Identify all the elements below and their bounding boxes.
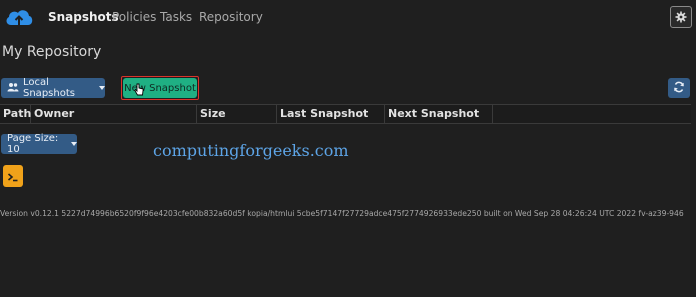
nav-snapshots[interactable]: Snapshots [48,10,119,24]
page-size-label: Page Size: 10 [7,133,59,155]
refresh-button[interactable] [668,78,690,98]
gear-icon [675,8,687,27]
nav-tasks[interactable]: Tasks [160,10,192,24]
local-snapshots-dropdown[interactable]: Local Snapshots [1,77,105,99]
hand-cursor-icon [134,81,144,100]
top-navbar: Snapshots Policies Tasks Repository [0,0,696,36]
nav-repository[interactable]: Repository [199,10,263,24]
column-header-size[interactable]: Size [197,105,277,123]
chevron-down-icon [99,86,105,90]
users-icon [7,82,19,95]
page-title: My Repository [2,44,102,60]
column-header-next-snapshot[interactable]: Next Snapshot [385,105,493,123]
snapshots-table-header: Path Owner Size Last Snapshot Next Snaps… [0,104,691,124]
watermark-text: computingforgeeks.com [153,141,349,160]
nav-policies[interactable]: Policies [112,10,156,24]
terminal-icon [7,167,19,186]
local-snapshots-label: Local Snapshots [23,77,75,99]
terminal-button[interactable] [3,165,23,187]
page-size-dropdown[interactable]: Page Size: 10 [1,133,77,155]
column-header-owner[interactable]: Owner [31,105,197,123]
cloud-upload-icon[interactable] [4,6,34,30]
chevron-down-icon [71,142,77,146]
refresh-icon [673,81,685,96]
column-header-last-snapshot[interactable]: Last Snapshot [277,105,385,123]
version-footer: Version v0.12.1 5227d74996b6520f9f96e420… [0,209,684,218]
column-header-path[interactable]: Path [0,105,31,123]
settings-button[interactable] [670,6,692,28]
